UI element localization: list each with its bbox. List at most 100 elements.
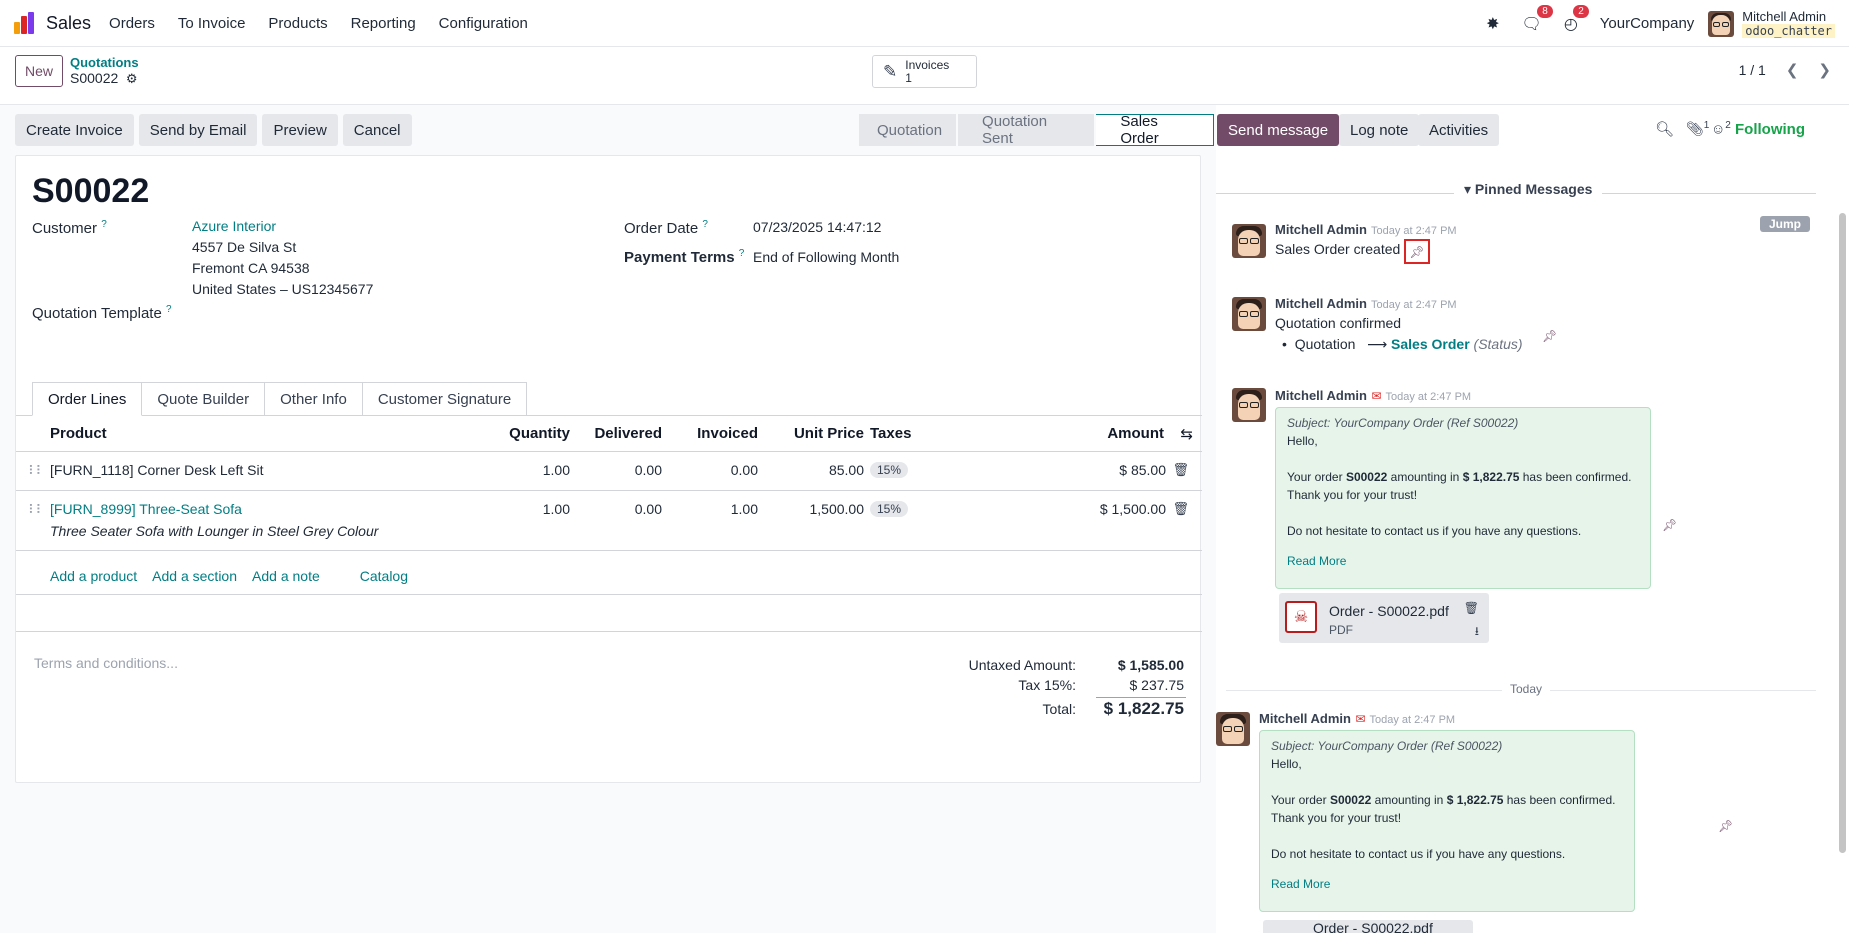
search-icon[interactable]: 🔍︎ (1655, 120, 1674, 138)
col-delivered[interactable]: Delivered (594, 425, 662, 442)
stage-sales-order[interactable]: Sales Order (1096, 113, 1214, 147)
tab-order-lines[interactable]: Order Lines (32, 382, 143, 416)
read-more-link[interactable]: Read More (1271, 877, 1330, 891)
download-icon[interactable]: ⭳ (1475, 622, 1479, 643)
col-amount[interactable]: Amount (1107, 425, 1164, 442)
user-avatar[interactable] (1708, 10, 1735, 37)
drag-handle-icon[interactable]: ⠇⠇ (28, 502, 45, 518)
add-product-link[interactable]: Add a product (50, 568, 137, 584)
trash-icon[interactable]: 🗑 (1464, 601, 1479, 615)
order-lines-header: Product Quantity Delivered Invoiced Unit… (16, 416, 1202, 452)
help-mark[interactable]: ? (702, 219, 708, 230)
message-author[interactable]: Mitchell Admin (1259, 711, 1351, 726)
sales-app-icon[interactable] (14, 12, 36, 34)
jump-button[interactable]: Jump (1760, 216, 1811, 232)
author-avatar[interactable] (1232, 224, 1266, 258)
pin-icon[interactable]: 📌︎ (1542, 329, 1557, 343)
payment-terms-field[interactable]: End of Following Month (753, 247, 899, 268)
add-note-link[interactable]: Add a note (252, 568, 320, 584)
order-line-row[interactable]: ⠇⠇ [FURN_8999] Three-Seat Sofa Three Sea… (16, 491, 1202, 551)
line-quantity[interactable]: 1.00 (543, 462, 570, 478)
tab-other-info[interactable]: Other Info (265, 382, 363, 416)
preview-button[interactable]: Preview (262, 114, 338, 146)
pager-value[interactable]: 1 / 1 (1739, 62, 1766, 78)
pin-icon[interactable]: 📌︎ (1718, 819, 1733, 833)
column-settings-icon[interactable]: ⇆ (1180, 425, 1193, 443)
col-quantity[interactable]: Quantity (509, 425, 570, 442)
messages-icon[interactable]: 🗨 8 (1522, 4, 1553, 34)
new-button[interactable]: New (15, 55, 64, 87)
pencil-square-icon: ✎ (883, 61, 898, 81)
chevron-right-icon[interactable]: ❯ (1818, 61, 1831, 79)
log-note-button[interactable]: Log note (1339, 114, 1420, 146)
send-by-email-button[interactable]: Send by Email (138, 114, 258, 146)
author-avatar[interactable] (1216, 712, 1250, 746)
help-mark[interactable]: ? (739, 248, 745, 259)
following-button[interactable]: Following (1735, 121, 1805, 138)
add-section-link[interactable]: Add a section (152, 568, 237, 584)
line-tax-badge[interactable]: 15% (870, 462, 909, 478)
activities-button[interactable]: Activities (1418, 114, 1500, 146)
tab-quote-builder[interactable]: Quote Builder (142, 382, 266, 416)
help-mark[interactable]: ? (166, 304, 172, 315)
menu-orders[interactable]: Orders (109, 15, 155, 32)
message-author[interactable]: Mitchell Admin (1275, 388, 1367, 403)
catalog-link[interactable]: Catalog (360, 568, 408, 584)
create-invoice-button[interactable]: Create Invoice (15, 114, 134, 146)
menu-products[interactable]: Products (268, 15, 327, 32)
gear-icon[interactable]: ⚙ (126, 71, 138, 86)
line-unit-price[interactable]: 85.00 (829, 462, 864, 478)
user-menu[interactable]: Mitchell Admin odoo_chatter (1742, 9, 1835, 38)
order-line-row[interactable]: ⠇⠇ [FURN_1118] Corner Desk Left Sit 1.00… (16, 452, 1202, 491)
pin-icon[interactable]: 📌︎ (1404, 239, 1430, 264)
message-author[interactable]: Mitchell Admin (1275, 296, 1367, 311)
tab-customer-signature[interactable]: Customer Signature (362, 382, 528, 416)
invoices-smart-button[interactable]: ✎ Invoices 1 (872, 55, 977, 88)
line-product[interactable]: [FURN_8999] Three-Seat Sofa (50, 501, 242, 517)
pdf-attachment[interactable]: Order - S00022.pdf (1263, 920, 1473, 933)
pdf-attachment[interactable]: ☠︎ Order - S00022.pdf PDF 🗑 ⭳ (1279, 593, 1489, 643)
trash-icon[interactable]: 🗑 (1172, 501, 1189, 517)
col-unit-price[interactable]: Unit Price (794, 425, 864, 442)
customer-name-link[interactable]: Azure Interior (192, 218, 276, 234)
send-message-button[interactable]: Send message (1217, 114, 1340, 146)
line-delivered[interactable]: 0.00 (635, 462, 662, 478)
read-more-link[interactable]: Read More (1287, 554, 1346, 568)
help-mark[interactable]: ? (101, 219, 107, 230)
menu-to-invoice[interactable]: To Invoice (178, 15, 246, 32)
line-quantity[interactable]: 1.00 (543, 501, 570, 517)
terms-input[interactable]: Terms and conditions... (34, 655, 178, 671)
col-taxes[interactable]: Taxes (870, 425, 911, 442)
line-delivered[interactable]: 0.00 (635, 501, 662, 517)
stage-quotation-sent[interactable]: Quotation Sent (958, 113, 1095, 147)
col-invoiced[interactable]: Invoiced (697, 425, 758, 442)
pin-icon[interactable]: 📌︎ (1662, 518, 1677, 532)
cancel-button[interactable]: Cancel (342, 114, 412, 146)
line-description[interactable]: Three Seater Sofa with Lounger in Steel … (50, 523, 378, 539)
menu-configuration[interactable]: Configuration (439, 15, 528, 32)
activities-clock-icon[interactable]: ◴ 2 (1564, 4, 1589, 34)
author-avatar[interactable] (1232, 388, 1266, 422)
chatter-scrollbar[interactable] (1839, 213, 1846, 853)
customer-field[interactable]: Azure Interior 4557 De Silva St Fremont … (192, 216, 373, 300)
debug-bug-icon[interactable]: ✸ (1486, 14, 1499, 34)
trash-icon[interactable]: 🗑 (1172, 462, 1189, 478)
app-name[interactable]: Sales (46, 13, 91, 34)
attachment-name: Order - S00022.pdf (1313, 920, 1433, 933)
followers-icon[interactable]: ☺2 (1711, 120, 1731, 137)
order-date-field[interactable]: 07/23/2025 14:47:12 (753, 217, 881, 238)
line-tax-badge[interactable]: 15% (870, 501, 909, 517)
stage-quotation[interactable]: Quotation (859, 114, 957, 146)
line-product[interactable]: [FURN_1118] Corner Desk Left Sit (50, 462, 263, 478)
pinned-messages-toggle[interactable]: ▾ Pinned Messages (1454, 181, 1603, 198)
col-product[interactable]: Product (50, 425, 107, 442)
chevron-left-icon[interactable]: ❮ (1786, 61, 1799, 79)
menu-reporting[interactable]: Reporting (351, 15, 416, 32)
breadcrumb-quotations[interactable]: Quotations (70, 55, 139, 70)
paperclip-icon[interactable]: 📎︎1 (1686, 120, 1709, 138)
line-unit-price[interactable]: 1,500.00 (810, 501, 865, 517)
author-avatar[interactable] (1232, 297, 1266, 331)
message-author[interactable]: Mitchell Admin (1275, 222, 1367, 237)
company-switcher[interactable]: YourCompany (1600, 15, 1695, 32)
drag-handle-icon[interactable]: ⠇⠇ (28, 463, 45, 479)
